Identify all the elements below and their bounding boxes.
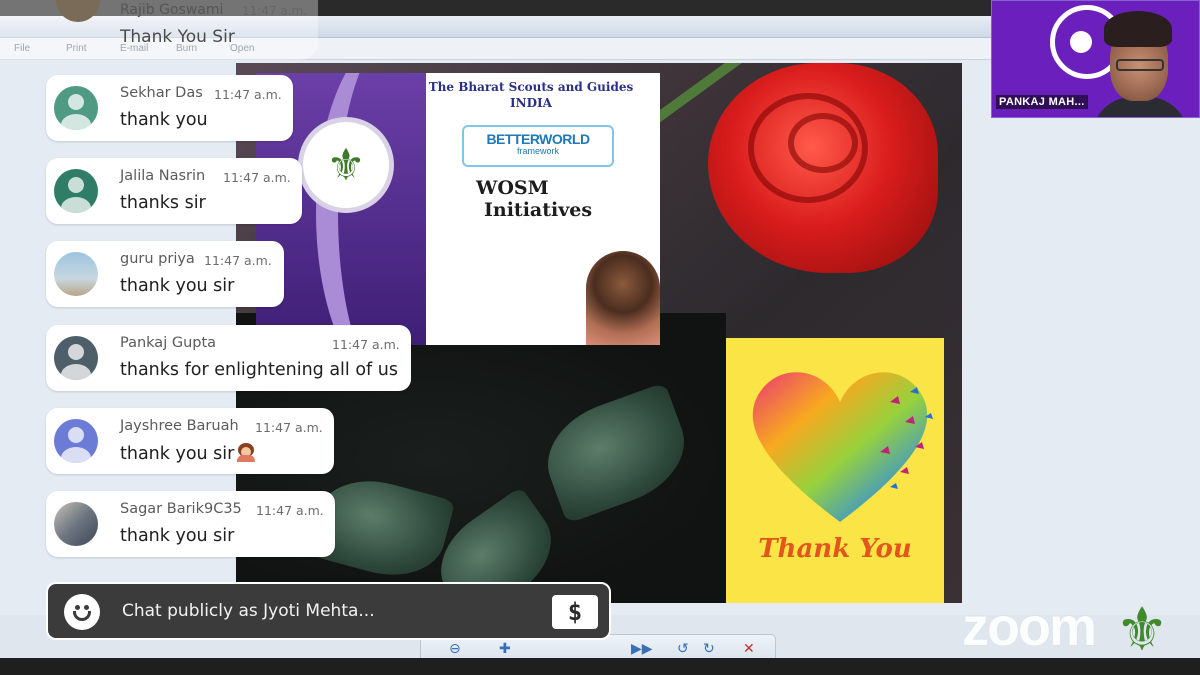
chat-text: thank you (120, 110, 208, 130)
chat-message[interactable]: Pankaj Gupta 11:47 a.m. thanks for enlig… (46, 325, 411, 391)
speaker-photo (586, 251, 660, 345)
poster-heading-line1: The Bharat Scouts and Guides (428, 80, 634, 94)
chat-message[interactable]: Jayshree Baruah 11:47 a.m. thank you sir (46, 408, 334, 474)
chat-text: thank you sir (120, 276, 235, 296)
chat-sender: Sagar Barik9C35 (120, 501, 242, 517)
betterworld-badge: BETTERWORLD framework (462, 125, 614, 167)
woman-emoji-icon (236, 443, 256, 462)
participant-name-label: PANKAJ MAH... (996, 95, 1088, 109)
chat-sender: Rajib Goswami (120, 2, 224, 18)
fit-icon[interactable]: ✚ (499, 641, 511, 657)
framework-label: framework (516, 146, 559, 156)
rose-image (708, 63, 938, 273)
chat-text: thank you sir (120, 526, 235, 546)
next-icon[interactable]: ▶▶ (631, 641, 653, 657)
avatar (54, 336, 98, 380)
chat-message[interactable]: Sekhar Das 11:47 a.m. thank you (46, 75, 293, 141)
chat-time: 11:47 a.m. (242, 4, 308, 18)
avatar (54, 419, 98, 463)
avatar (54, 502, 98, 546)
avatar (54, 86, 98, 130)
zoom-out-icon[interactable]: ⊖ (449, 641, 461, 657)
chat-sender: guru priya (120, 251, 195, 267)
zoom-logo: zoom (962, 597, 1097, 657)
chat-text: thank you sir (120, 443, 256, 464)
avatar (54, 252, 98, 296)
avatar (56, 0, 100, 22)
rotate-left-icon[interactable]: ↺ (677, 641, 689, 657)
chat-text: thanks sir (120, 193, 206, 213)
bottom-edge-bar (0, 658, 1200, 675)
chat-sender: Sekhar Das (120, 85, 203, 101)
participant-glasses (1116, 59, 1164, 71)
participant-hair (1104, 11, 1172, 47)
zoom-ring-dot (1070, 31, 1092, 53)
chat-sender: Jayshree Baruah (120, 418, 239, 434)
chat-time: 11:47 a.m. (204, 253, 272, 268)
chat-sender: Pankaj Gupta (120, 335, 217, 351)
emoji-picker-icon[interactable] (64, 594, 100, 630)
rose-petal-fold-inner (788, 113, 858, 173)
chat-input-bar[interactable]: Chat publicly as Jyoti Mehta... $ (46, 582, 611, 640)
rotate-right-icon[interactable]: ↻ (703, 641, 715, 657)
butterfly-heart-icon (752, 372, 933, 522)
chat-message[interactable]: Jalila Nasrin 11:47 a.m. thanks sir (46, 158, 302, 224)
poster-heading: The Bharat Scouts and Guides INDIA (402, 79, 660, 111)
avatar (54, 169, 98, 213)
chat-time: 11:47 a.m. (332, 337, 400, 352)
chat-text: thanks for enlightening all of us (120, 360, 398, 380)
participant-video-tile[interactable]: PANKAJ MAH... (991, 0, 1200, 118)
chat-message[interactable]: guru priya 11:47 a.m. thank you sir (46, 241, 284, 307)
poster-topic-line1: WOSM (476, 177, 549, 199)
chat-text-content: thank you sir (120, 444, 235, 464)
poster-topic: WOSM Initiatives (476, 177, 592, 221)
chat-input-placeholder[interactable]: Chat publicly as Jyoti Mehta... (122, 601, 375, 621)
chat-sender: Jalila Nasrin (120, 168, 206, 184)
poster-heading-line2: INDIA (510, 96, 552, 110)
chat-time: 11:47 a.m. (256, 503, 324, 518)
chat-time: 11:47 a.m. (223, 170, 291, 185)
poster-topic-line2: Initiatives (484, 199, 593, 221)
event-poster: ⚜ The Bharat Scouts and Guides INDIA BET… (256, 73, 660, 345)
super-chat-button[interactable]: $ (552, 595, 598, 629)
chat-time: 11:47 a.m. (255, 420, 323, 435)
chat-text: Thank You Sir (120, 27, 235, 47)
chat-message[interactable]: Sagar Barik9C35 11:47 a.m. thank you sir (46, 491, 335, 557)
chat-time: 11:47 a.m. (214, 87, 282, 102)
thank-you-text: Thank You (758, 534, 912, 564)
delete-icon[interactable]: ✕ (743, 641, 755, 657)
betterworld-label: BETTERWORLD (486, 131, 590, 147)
scout-emblem-icon: ⚜ (1115, 595, 1169, 658)
fleur-de-lis-icon: ⚜ (298, 117, 394, 213)
chat-message-partial: Rajib Goswami 11:47 a.m. Thank You Sir (0, 0, 318, 60)
thank-you-card: Thank You (726, 338, 944, 603)
